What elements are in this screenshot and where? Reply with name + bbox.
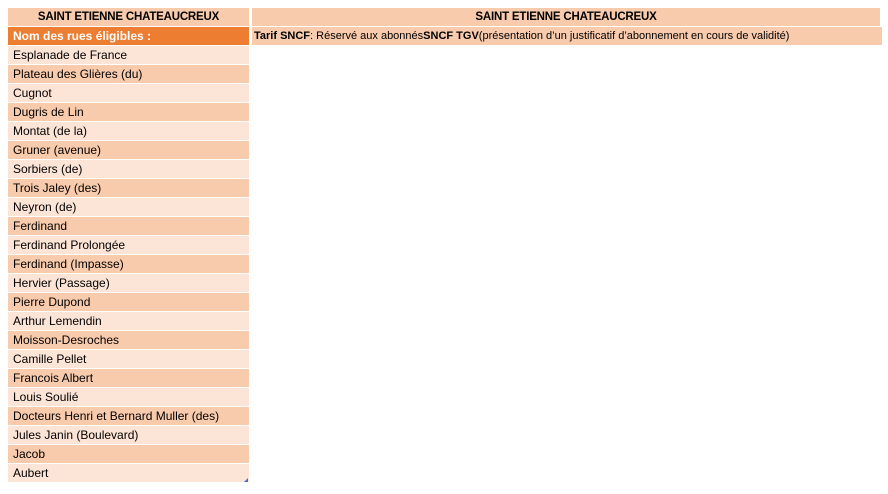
- street-row: Jacob: [8, 445, 249, 464]
- street-row: Ferdinand (Impasse): [8, 255, 249, 274]
- tarif-sncf-row: Tarif SNCF : Réservé aux abonnés SNCF TG…: [252, 27, 882, 45]
- street-row: Trois Jaley (des): [8, 179, 249, 198]
- tarif-conditions: (présentation d’un justificatif d’abonne…: [478, 30, 790, 42]
- tarif-label: Tarif SNCF: [254, 30, 311, 42]
- street-row: Plateau des Glières (du): [8, 65, 249, 84]
- cell-resize-handle-icon: [244, 478, 248, 482]
- street-row: Sorbiers (de): [8, 160, 249, 179]
- street-row: Pierre Dupond: [8, 293, 249, 312]
- street-list: Esplanade de France Plateau des Glières (…: [8, 46, 249, 483]
- street-row: Dugris de Lin: [8, 103, 249, 122]
- eligible-streets-table: SAINT ETIENNE CHATEAUCREUX Nom des rues …: [8, 8, 249, 483]
- street-row: Arthur Lemendin: [8, 312, 249, 331]
- tarif-separator: : Réservé aux abonnés: [310, 30, 424, 42]
- street-row: Ferdinand Prolongée: [8, 236, 249, 255]
- street-row: Montat (de la): [8, 122, 249, 141]
- street-row: Louis Soulié: [8, 388, 249, 407]
- street-row: Neyron (de): [8, 198, 249, 217]
- street-row: Camille Pellet: [8, 350, 249, 369]
- street-row: Ferdinand: [8, 217, 249, 236]
- street-row: Hervier (Passage): [8, 274, 249, 293]
- street-row: Aubert: [8, 464, 249, 483]
- street-row: Moisson-Desroches: [8, 331, 249, 350]
- street-row: Jules Janin (Boulevard): [8, 426, 249, 445]
- street-row: Esplanade de France: [8, 46, 249, 65]
- right-table-title: SAINT ETIENNE CHATEAUCREUX: [252, 8, 880, 26]
- left-table-title: SAINT ETIENNE CHATEAUCREUX: [8, 8, 249, 27]
- street-row: Francois Albert: [8, 369, 249, 388]
- tarif-subscription-type: SNCF TGV: [423, 30, 479, 42]
- street-row: Gruner (avenue): [8, 141, 249, 160]
- street-row: Docteurs Henri et Bernard Muller (des): [8, 407, 249, 426]
- eligible-streets-header: Nom des rues éligibles :: [8, 27, 249, 46]
- street-row: Cugnot: [8, 84, 249, 103]
